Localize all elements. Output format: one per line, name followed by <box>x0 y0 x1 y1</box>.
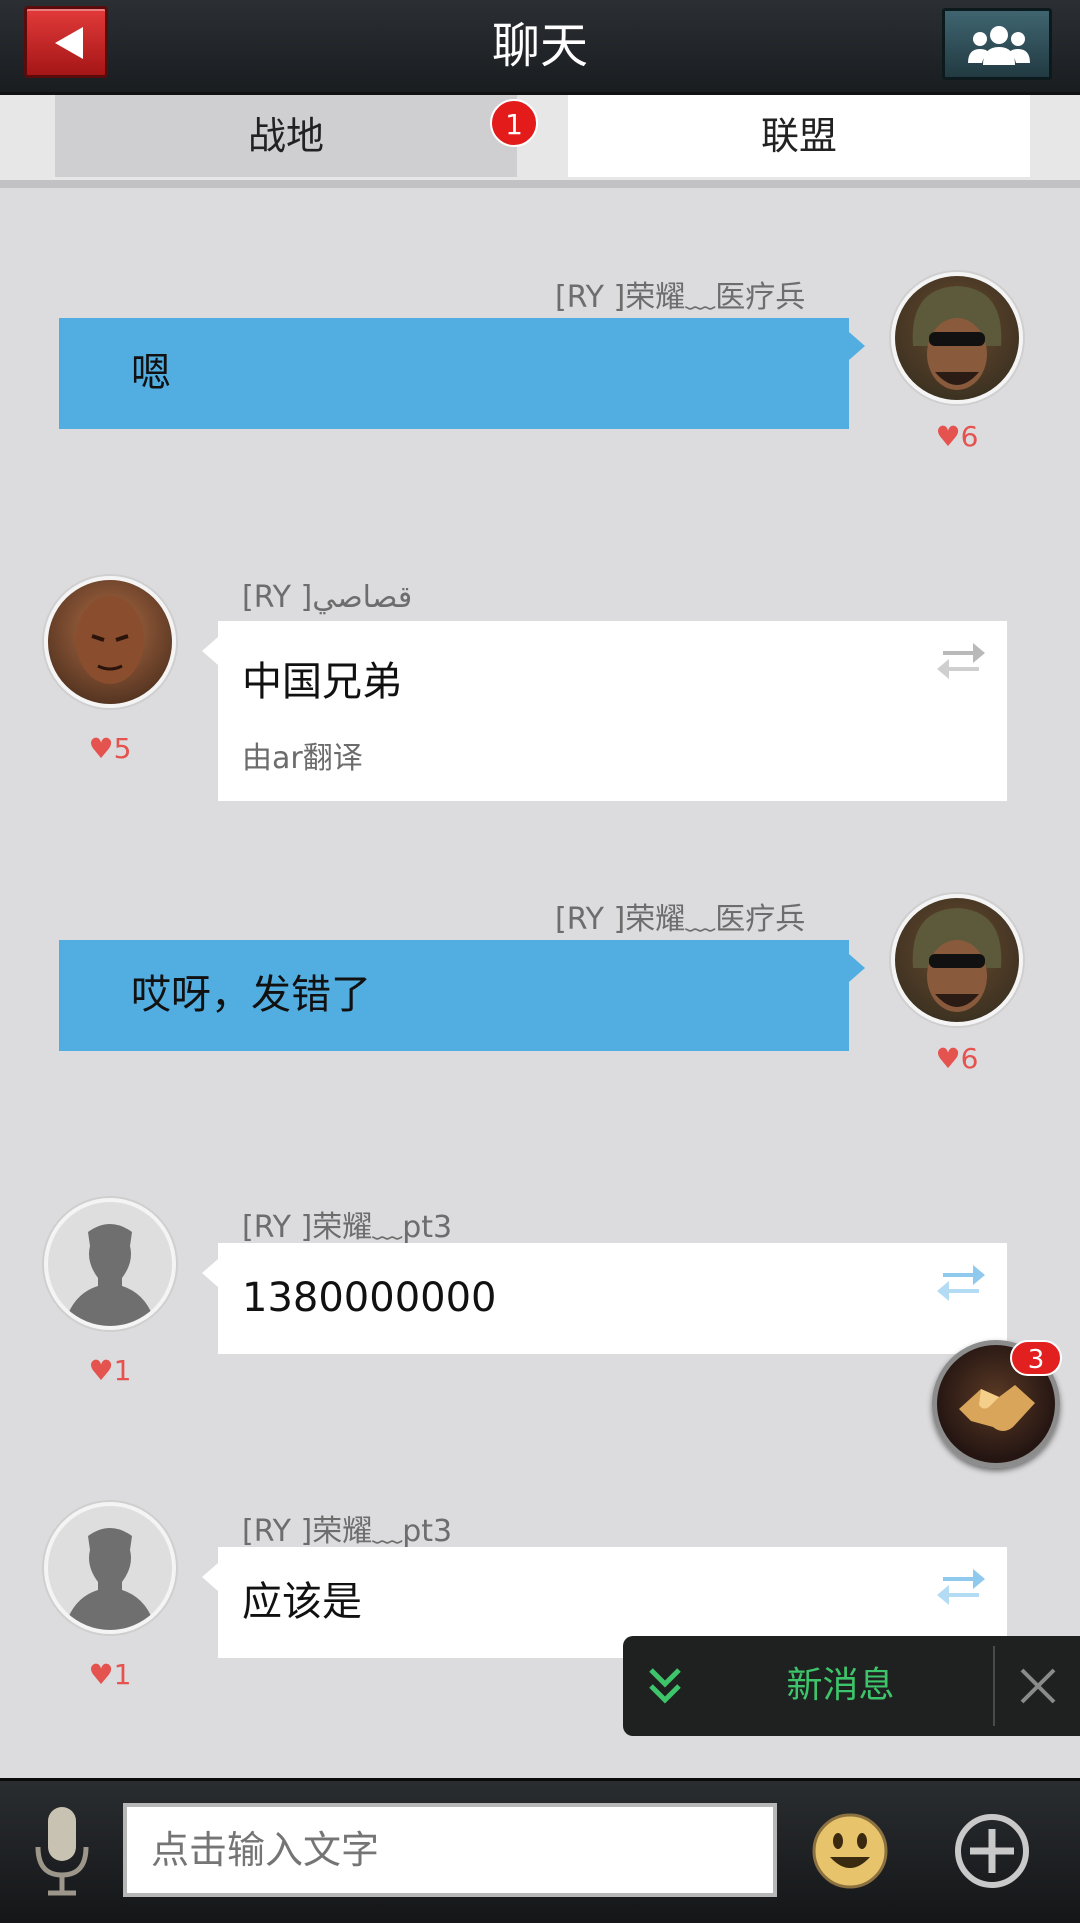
new-message-toast[interactable]: 新消息 <box>623 1636 1080 1736</box>
input-bar <box>0 1778 1080 1923</box>
avatar-default[interactable] <box>44 1502 176 1634</box>
message-sender: [RY ]荣耀﹏pt3 <box>242 1514 453 1549</box>
heart-icon: ♥ <box>935 420 961 453</box>
heart-icon: ♥ <box>88 732 114 765</box>
translation-note: 由ar翻译 <box>242 741 363 776</box>
message-bubble-outgoing[interactable]: 嗯 <box>59 318 865 429</box>
message-text: 哎呀，发错了 <box>131 972 371 1018</box>
message-text: 1380000000 <box>242 1275 497 1321</box>
toast-divider <box>993 1646 995 1726</box>
top-bar: 聊天 <box>0 0 1080 95</box>
default-user-icon <box>64 1528 156 1630</box>
avatar-bald-soldier[interactable] <box>44 576 176 708</box>
like-count[interactable]: ♥1 <box>44 1354 176 1387</box>
translate-icon[interactable] <box>935 639 987 679</box>
group-members-button[interactable] <box>942 8 1052 80</box>
tab-battlefield-label: 战地 <box>247 114 324 158</box>
new-message-label: 新消息 <box>786 1665 895 1706</box>
translate-icon[interactable] <box>935 1261 987 1301</box>
alliance-unread-badge: 3 <box>1010 1340 1062 1376</box>
soldier-avatar-icon <box>912 908 1002 1012</box>
like-count[interactable]: ♥6 <box>891 1042 1023 1075</box>
default-user-icon <box>64 1224 156 1326</box>
message-bubble-outgoing[interactable]: 哎呀，发错了 <box>59 940 865 1051</box>
message-bubble-incoming[interactable]: 中国兄弟 由ar翻译 <box>202 621 1007 801</box>
message-bubble-incoming[interactable]: 1380000000 <box>202 1243 1007 1354</box>
message-sender: [RY ]قصاصي <box>242 580 413 615</box>
soldier-avatar-icon <box>912 286 1002 390</box>
heart-icon: ♥ <box>88 1658 114 1691</box>
page-title: 聊天 <box>491 18 588 74</box>
microphone-icon[interactable] <box>32 1805 92 1897</box>
tab-divider <box>0 180 1080 188</box>
message-sender: [RY ]荣耀﹏医疗兵 <box>555 902 806 937</box>
message-text: 应该是 <box>242 1579 362 1625</box>
emoji-icon[interactable] <box>810 1811 890 1891</box>
bald-soldier-avatar-icon <box>76 596 144 684</box>
heart-icon: ♥ <box>88 1354 114 1387</box>
people-group-icon <box>968 26 1030 65</box>
like-count[interactable]: ♥5 <box>44 732 176 765</box>
heart-icon: ♥ <box>935 1042 961 1075</box>
tab-bar: 战地 1 联盟 <box>0 95 1080 185</box>
tab-battlefield[interactable]: 战地 <box>55 95 517 177</box>
message-text: 嗯 <box>131 350 171 396</box>
like-count[interactable]: ♥6 <box>891 420 1023 453</box>
tab-battlefield-badge: 1 <box>490 99 538 147</box>
translate-icon[interactable] <box>935 1565 987 1605</box>
message-input[interactable] <box>123 1803 777 1897</box>
tab-alliance[interactable]: 联盟 <box>568 95 1030 177</box>
avatar-soldier[interactable] <box>891 272 1023 404</box>
like-count[interactable]: ♥1 <box>44 1658 176 1691</box>
message-sender: [RY ]荣耀﹏pt3 <box>242 1210 453 1245</box>
avatar-default[interactable] <box>44 1198 176 1330</box>
double-chevron-down-icon <box>649 1668 681 1704</box>
message-sender: [RY ]荣耀﹏医疗兵 <box>555 280 806 315</box>
message-text: 中国兄弟 <box>242 659 402 705</box>
tab-alliance-label: 联盟 <box>760 114 837 158</box>
plus-icon[interactable] <box>952 1811 1032 1891</box>
close-icon[interactable] <box>1018 1666 1058 1706</box>
avatar-soldier[interactable] <box>891 894 1023 1026</box>
